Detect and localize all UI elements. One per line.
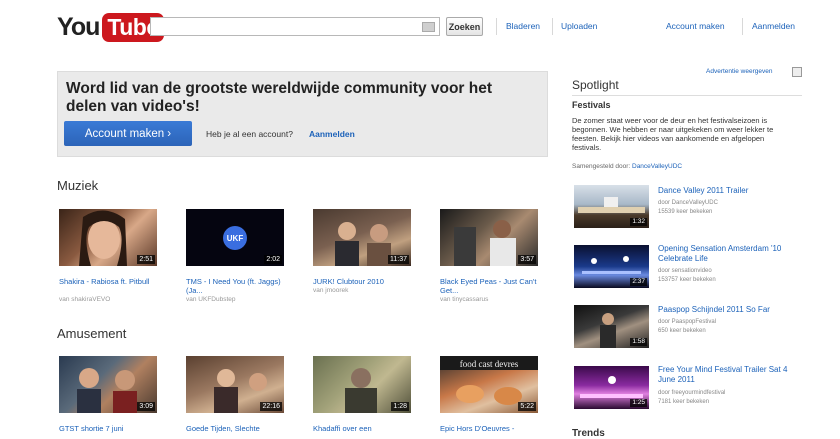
divider xyxy=(572,95,802,96)
video-title-link[interactable]: JURK! Clubtour 2010 xyxy=(313,277,413,286)
uploader-link[interactable]: van UKFDubstep xyxy=(186,296,236,303)
video-thumbnail[interactable]: 2:51 xyxy=(59,209,157,266)
spotlight-description: De zomer staat weer voor de deur en het … xyxy=(572,116,774,152)
video-uploader: door sensationvideo xyxy=(658,268,712,274)
video-duration: 22:16 xyxy=(260,402,282,411)
upload-link[interactable]: Uploaden xyxy=(561,21,597,31)
search-button[interactable]: Zoeken xyxy=(446,17,483,36)
sign-in-link[interactable]: Aanmelden xyxy=(752,21,795,31)
divider xyxy=(742,18,743,35)
video-thumbnail[interactable]: 11:37 xyxy=(313,209,411,266)
video-views: 15539 keer bekeken xyxy=(658,209,713,215)
video-uploader: door DanceValleyUDC xyxy=(658,200,718,206)
uploader-link[interactable]: van shakiraVEVO xyxy=(59,296,110,303)
search-field[interactable] xyxy=(151,19,429,37)
video-thumbnail[interactable]: 1:28 xyxy=(313,356,411,413)
compiled-by: Samengesteld door: DanceValleyUDC xyxy=(572,163,682,170)
create-account-link[interactable]: Account maken xyxy=(666,21,725,31)
banner-sign-in-link[interactable]: Aanmelden xyxy=(309,129,355,139)
divider xyxy=(496,18,497,35)
video-title-link[interactable]: TMS - I Need You (ft. Jaggs) (Ja... xyxy=(186,277,286,295)
video-duration: 2:02 xyxy=(264,255,282,264)
thumbnail-caption: food cast devres xyxy=(460,359,519,369)
spotlight-title: Spotlight xyxy=(572,78,619,92)
video-uploader: van tinycassarus xyxy=(440,296,540,303)
video-title-link[interactable]: Khadaffi over een xyxy=(313,424,413,433)
signup-banner: Word lid van de grootste wereldwijde com… xyxy=(57,71,548,157)
video-duration: 1:28 xyxy=(391,402,409,411)
video-duration: 3:09 xyxy=(137,402,155,411)
video-title-link[interactable]: Epic Hors D'Oeuvres - xyxy=(440,424,540,433)
video-title-link[interactable]: Goede Tijden, Slechte xyxy=(186,424,286,433)
uploader-link[interactable]: van jmoorek xyxy=(313,287,348,294)
video-thumbnail[interactable]: 1:32 xyxy=(574,185,649,228)
ad-close-icon[interactable] xyxy=(792,67,802,77)
spotlight-subtitle: Festivals xyxy=(572,100,611,110)
video-title-link[interactable]: GTST shortie 7 juni xyxy=(59,424,159,433)
video-duration: 11:37 xyxy=(388,255,409,264)
video-duration: 3:57 xyxy=(518,255,536,264)
masthead: You Tube Zoeken Bladeren Uploaden Accoun… xyxy=(0,0,840,52)
video-uploader: door freeyourmindfestival xyxy=(658,390,726,396)
music-section-title: Muziek xyxy=(57,178,99,193)
svg-text:UKF: UKF xyxy=(227,234,244,243)
browse-link[interactable]: Bladeren xyxy=(506,21,540,31)
video-thumbnail[interactable]: 1:58 xyxy=(574,305,649,348)
divider xyxy=(552,18,553,35)
entertainment-section-title: Amusement xyxy=(57,326,127,341)
video-thumbnail[interactable]: 2:37 xyxy=(574,245,649,288)
video-views: 650 keer bekeken xyxy=(658,328,706,334)
video-title-link[interactable]: Opening Sensation Amsterdam '10 Celebrat… xyxy=(658,244,803,264)
have-account-text: Heb je al een account? xyxy=(206,129,293,139)
youtube-logo[interactable]: You Tube xyxy=(57,10,164,44)
video-thumbnail[interactable]: food cast devres 5:22 xyxy=(440,356,538,413)
video-title-link[interactable]: Dance Valley 2011 Trailer xyxy=(658,186,803,196)
video-duration: 1:32 xyxy=(630,218,647,226)
video-thumbnail[interactable]: 3:09 xyxy=(59,356,157,413)
video-thumbnail[interactable]: UKF 2:02 xyxy=(186,209,284,266)
video-thumbnail[interactable]: 22:16 xyxy=(186,356,284,413)
create-account-button[interactable]: Account maken › xyxy=(64,121,192,146)
video-duration: 1:58 xyxy=(630,338,647,346)
video-title-link[interactable]: Shakira - Rabiosa ft. Pitbull xyxy=(59,277,159,286)
video-views: 153757 keer bekeken xyxy=(658,277,716,283)
logo-you-text: You xyxy=(57,12,100,41)
video-duration: 2:37 xyxy=(630,278,647,286)
video-uploader: van jmoorek xyxy=(313,287,413,294)
video-views: 7181 keer bekeken xyxy=(658,399,710,405)
video-title-link[interactable]: Black Eyed Peas - Just Can't Get... xyxy=(440,277,540,295)
compiled-label: Samengesteld door: xyxy=(572,163,631,170)
video-thumbnail[interactable]: 1:25 xyxy=(574,366,649,409)
video-uploader: van UKFDubstep xyxy=(186,296,286,303)
compiled-by-link[interactable]: DanceValleyUDC xyxy=(632,163,682,170)
video-title-link[interactable]: Free Your Mind Festival Trailer Sat 4 Ju… xyxy=(658,365,803,385)
keyboard-icon[interactable] xyxy=(422,22,435,32)
video-uploader: door PaaspopFestival xyxy=(658,319,717,325)
show-ad-link[interactable]: Advertentie weergeven xyxy=(706,68,773,75)
search-input[interactable] xyxy=(150,17,440,37)
banner-title: Word lid van de grootste wereldwijde com… xyxy=(66,80,493,115)
video-duration: 2:51 xyxy=(137,255,155,264)
video-title-link[interactable]: Paaspop Schijndel 2011 So Far xyxy=(658,305,803,315)
uploader-link[interactable]: van tinycassarus xyxy=(440,296,488,303)
video-uploader: van shakiraVEVO xyxy=(59,296,159,303)
video-duration: 5:22 xyxy=(518,402,536,411)
video-thumbnail[interactable]: 3:57 xyxy=(440,209,538,266)
video-duration: 1:25 xyxy=(630,399,647,407)
